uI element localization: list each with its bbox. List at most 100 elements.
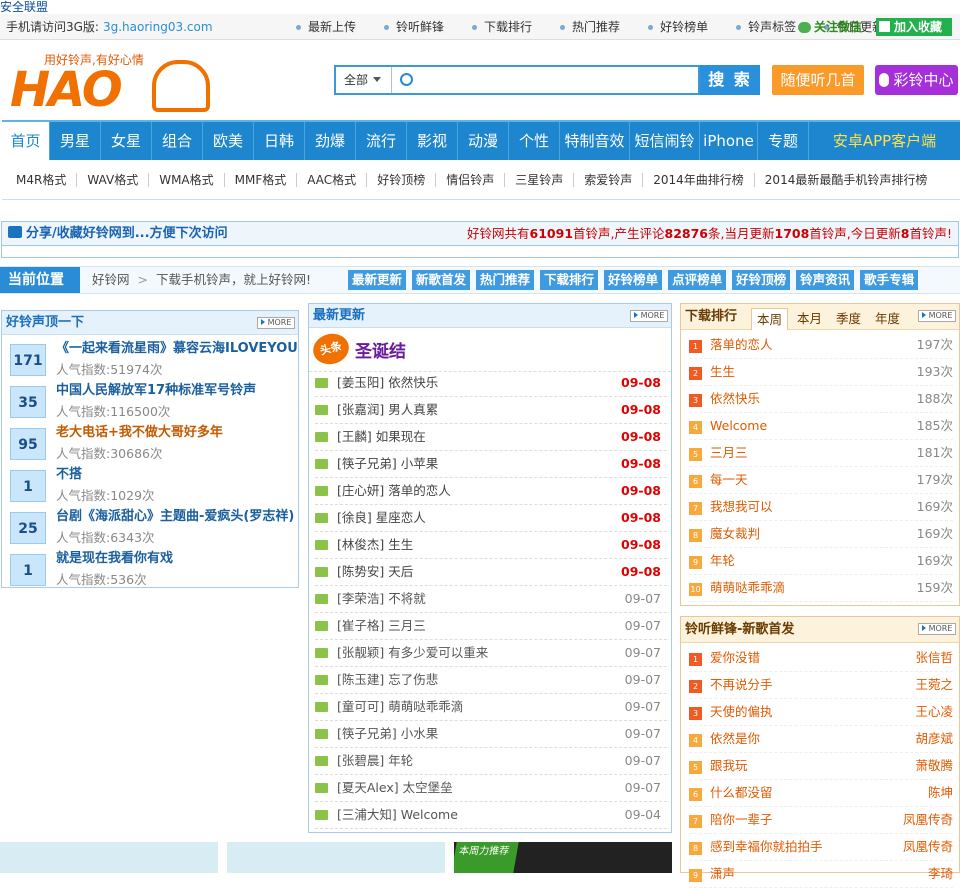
quick-link[interactable]: 好铃榜单: [604, 270, 663, 290]
artist-name[interactable]: 凤凰传奇: [903, 807, 953, 833]
rank-row[interactable]: 6 每一天 179次: [689, 467, 953, 494]
vote-count[interactable]: 25: [10, 512, 46, 544]
rank-title[interactable]: 依然快乐: [710, 391, 760, 406]
fresh-row[interactable]: 7 陪你一辈子 凤凰传奇: [689, 807, 953, 834]
speaker-icon[interactable]: [315, 810, 328, 820]
hot-item[interactable]: 171 《一起来看流星雨》慕容云海ILOVEYOU 人气指数:51974次: [8, 340, 298, 382]
hot-item-title[interactable]: 就是现在我看你有戏: [56, 550, 298, 568]
ringtone-row[interactable]: [张靓颖] 有多少爱可以重来 09-07: [315, 640, 667, 667]
color-ring-button[interactable]: 彩铃中心: [875, 65, 958, 95]
speaker-icon[interactable]: [315, 675, 328, 685]
fresh-title[interactable]: 感到幸福你就拍拍手: [710, 839, 823, 854]
hot-item[interactable]: 95 老大电话+我不做大哥好多年 人气指数:30686次: [8, 424, 298, 466]
speaker-icon[interactable]: [315, 378, 328, 388]
hot-item[interactable]: 1 就是现在我看你有戏 人气指数:536次: [8, 550, 298, 592]
rank-row[interactable]: 3 依然快乐 188次: [689, 386, 953, 413]
fresh-row[interactable]: 8 感到幸福你就拍拍手 凤凰传奇: [689, 834, 953, 861]
artist-name[interactable]: 凤凰传奇: [903, 834, 953, 860]
fresh-title[interactable]: 潇声: [710, 866, 735, 881]
fresh-title[interactable]: 爱你没错: [710, 650, 760, 665]
rank-row[interactable]: 10 萌萌哒乖乖滴 159次: [689, 575, 953, 602]
fresh-row[interactable]: 5 跟我玩 萧敬腾: [689, 753, 953, 780]
rank-row[interactable]: 5 三月三 181次: [689, 440, 953, 467]
security-alliance-link[interactable]: 安全联盟: [0, 0, 48, 14]
fresh-row[interactable]: 1 爱你没错 张信哲: [689, 645, 953, 672]
hot-item-title[interactable]: 不搭: [56, 466, 298, 484]
headline[interactable]: 头条 圣诞结: [309, 329, 671, 372]
speaker-icon[interactable]: [315, 540, 328, 550]
speaker-icon[interactable]: [315, 486, 328, 496]
fresh-row[interactable]: 4 依然是你 胡彦斌: [689, 726, 953, 753]
share-link[interactable]: 分享/收藏好铃网到...方便下次访问: [8, 222, 228, 245]
format-nav-item[interactable]: WAV格式: [77, 172, 150, 187]
ringtone-title[interactable]: [崔子格] 三月三: [337, 618, 426, 633]
ringtone-row[interactable]: [三浦大知] Welcome 09-04: [315, 802, 667, 829]
format-nav-item[interactable]: WMA格式: [149, 172, 225, 187]
main-nav-item[interactable]: 特制音效: [560, 122, 630, 160]
ringtone-row[interactable]: [陈势安] 天后 09-08: [315, 559, 667, 586]
rank-row[interactable]: 7 我想我可以 169次: [689, 494, 953, 521]
ringtone-title[interactable]: [徐良] 星座恋人: [337, 510, 426, 525]
speaker-icon[interactable]: [315, 405, 328, 415]
vote-count[interactable]: 35: [10, 386, 46, 418]
main-nav-item[interactable]: 动漫: [458, 122, 509, 160]
ringtone-row[interactable]: [童可可] 萌萌哒乖乖滴 09-07: [315, 694, 667, 721]
main-nav-item[interactable]: 组合: [152, 122, 203, 160]
speaker-icon[interactable]: [315, 648, 328, 658]
top-nav-link[interactable]: 最新上传: [296, 14, 370, 40]
ringtone-title[interactable]: [童可可] 萌萌哒乖乖滴: [337, 699, 463, 714]
rank-row[interactable]: 9 年轮 169次: [689, 548, 953, 575]
vote-count[interactable]: 1: [10, 470, 46, 502]
hot-item[interactable]: 1 不搭 人气指数:1029次: [8, 466, 298, 508]
main-nav-item[interactable]: 欧美: [203, 122, 254, 160]
quick-link[interactable]: 铃声资讯: [796, 270, 855, 290]
main-nav-item[interactable]: 个性: [509, 122, 560, 160]
search-button[interactable]: 搜 索: [700, 65, 760, 95]
ringtone-title[interactable]: [张靓颖] 有多少爱可以重来: [337, 645, 488, 660]
artist-name[interactable]: 王菀之: [915, 672, 953, 698]
banner-image[interactable]: 本周力推荐: [454, 842, 672, 873]
search-category-select[interactable]: 全部: [336, 67, 392, 93]
main-nav-item[interactable]: 专题: [758, 122, 809, 160]
ringtone-row[interactable]: [陈玉建] 忘了伤悲 09-07: [315, 667, 667, 694]
rank-title[interactable]: 生生: [710, 364, 735, 379]
ringtone-title[interactable]: [筷子兄弟] 小水果: [337, 726, 438, 741]
ringtone-title[interactable]: [姜玉阳] 依然快乐: [337, 375, 438, 390]
speaker-icon[interactable]: [315, 459, 328, 469]
fresh-row[interactable]: 2 不再说分手 王菀之: [689, 672, 953, 699]
format-nav-item[interactable]: MMF格式: [225, 172, 298, 187]
site-logo[interactable]: HAO: [10, 62, 123, 118]
ringtone-title[interactable]: [陈玉建] 忘了伤悲: [337, 672, 438, 687]
fresh-title[interactable]: 依然是你: [710, 731, 760, 746]
ringtone-title[interactable]: [林俊杰] 生生: [337, 537, 413, 552]
quick-link[interactable]: 好铃顶榜: [732, 270, 791, 290]
fresh-title[interactable]: 陪你一辈子: [710, 812, 773, 827]
random-listen-button[interactable]: 随便听几首: [772, 65, 864, 95]
main-nav-item[interactable]: 短信闹铃: [630, 122, 700, 160]
ringtone-row[interactable]: [庄心妍] 落单的恋人 09-08: [315, 478, 667, 505]
ringtone-title[interactable]: [王麟] 如果现在: [337, 429, 426, 444]
artist-name[interactable]: 李琦: [928, 861, 953, 887]
banner-image[interactable]: [0, 842, 218, 873]
rank-tab[interactable]: 本月: [792, 308, 827, 330]
rank-title[interactable]: 落单的恋人: [710, 337, 773, 352]
ringtone-row[interactable]: [筷子兄弟] 小苹果 09-08: [315, 451, 667, 478]
ringtone-title[interactable]: [庄心妍] 落单的恋人: [337, 483, 451, 498]
format-nav-item[interactable]: 三星铃声: [505, 172, 575, 187]
format-nav-item[interactable]: 好铃顶榜: [367, 172, 437, 187]
top-nav-link[interactable]: 铃听鲜锋: [384, 14, 458, 40]
ringtone-row[interactable]: [林俊杰] 生生 09-08: [315, 532, 667, 559]
ringtone-title[interactable]: [陈势安] 天后: [337, 564, 413, 579]
fresh-row[interactable]: 3 天使的偏执 王心凌: [689, 699, 953, 726]
speaker-icon[interactable]: [315, 621, 328, 631]
ringtone-row[interactable]: [筷子兄弟] 小水果 09-07: [315, 721, 667, 748]
fresh-row[interactable]: 6 什么都没留 陈坤: [689, 780, 953, 807]
artist-name[interactable]: 张信哲: [915, 645, 953, 671]
fresh-title[interactable]: 跟我玩: [710, 758, 748, 773]
ringtone-title[interactable]: [李荣浩] 不将就: [337, 591, 426, 606]
ringtone-row[interactable]: [徐良] 星座恋人 09-08: [315, 505, 667, 532]
fresh-title[interactable]: 天使的偏执: [710, 704, 773, 719]
main-nav-item[interactable]: iPhone: [700, 122, 758, 160]
rank-title[interactable]: Welcome: [710, 418, 767, 433]
rank-tab[interactable]: 季度: [831, 308, 866, 330]
